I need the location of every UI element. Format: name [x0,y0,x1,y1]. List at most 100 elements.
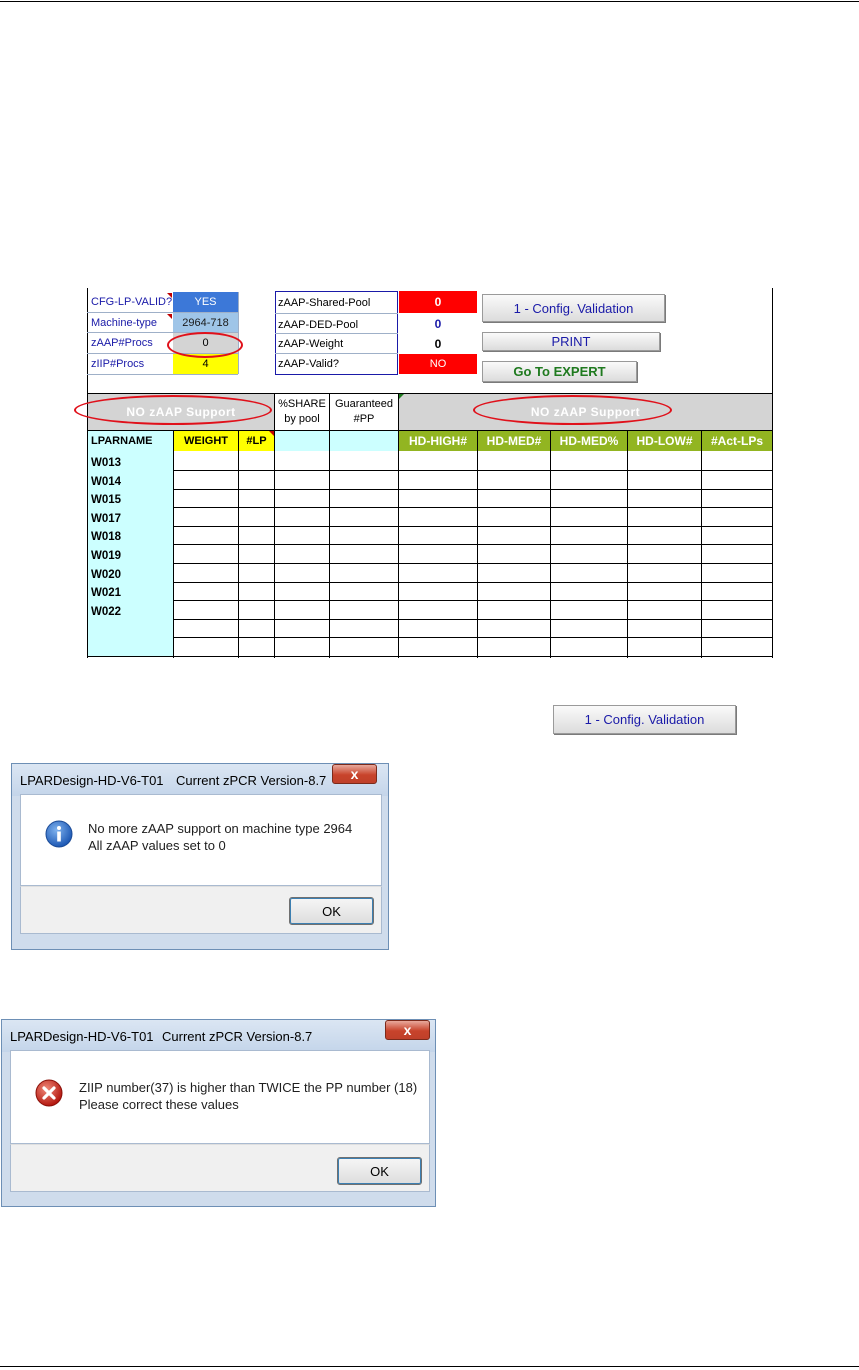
table-cell[interactable] [174,451,238,470]
table-cell[interactable] [551,488,627,507]
config-validation-button[interactable]: 1 - Config. Validation [482,294,665,322]
table-cell[interactable] [628,507,701,526]
table-cell[interactable] [275,507,329,526]
table-cell[interactable] [330,470,398,489]
table-cell[interactable] [478,451,550,470]
table-cell[interactable] [399,544,477,563]
table-cell[interactable] [478,563,550,582]
table-cell[interactable] [702,488,772,507]
lparname-cell[interactable] [88,637,173,656]
table-cell[interactable] [702,563,772,582]
table-cell[interactable] [174,581,238,600]
table-cell[interactable] [174,470,238,489]
table-cell[interactable] [399,507,477,526]
table-cell[interactable] [275,618,329,637]
table-cell[interactable] [399,563,477,582]
table-cell[interactable] [174,600,238,619]
table-cell[interactable] [239,507,274,526]
table-cell[interactable] [399,451,477,470]
table-cell[interactable] [702,600,772,619]
table-cell[interactable] [478,600,550,619]
table-cell[interactable] [399,470,477,489]
table-cell[interactable] [275,544,329,563]
table-cell[interactable] [478,470,550,489]
table-cell[interactable] [239,544,274,563]
close-icon[interactable]: x [385,1020,430,1040]
table-cell[interactable] [275,451,329,470]
table-cell[interactable] [551,600,627,619]
table-cell[interactable] [551,451,627,470]
table-cell[interactable] [275,525,329,544]
table-cell[interactable] [628,637,701,656]
config-validation-button-standalone[interactable]: 1 - Config. Validation [553,705,736,734]
table-cell[interactable] [239,525,274,544]
table-cell[interactable] [399,600,477,619]
table-cell[interactable] [628,600,701,619]
table-cell[interactable] [239,637,274,656]
table-cell[interactable] [551,525,627,544]
table-cell[interactable] [174,618,238,637]
table-cell[interactable] [551,544,627,563]
lparname-cell[interactable] [88,618,173,637]
table-cell[interactable] [239,563,274,582]
table-cell[interactable] [628,488,701,507]
table-cell[interactable] [330,563,398,582]
cfg-lp-valid-value[interactable]: YES [173,292,238,312]
table-cell[interactable] [239,470,274,489]
table-cell[interactable] [628,544,701,563]
machine-type-value[interactable]: 2964-718 [173,313,238,332]
table-cell[interactable] [330,581,398,600]
table-cell[interactable] [174,507,238,526]
table-cell[interactable] [239,488,274,507]
table-cell[interactable] [330,618,398,637]
table-cell[interactable] [628,451,701,470]
table-cell[interactable] [628,470,701,489]
lparname-cell[interactable]: W019 [88,544,173,563]
table-cell[interactable] [174,637,238,656]
ok-button[interactable]: OK [289,897,374,925]
table-cell[interactable] [330,544,398,563]
go-to-expert-button[interactable]: Go To EXPERT [482,361,637,382]
table-cell[interactable] [478,637,550,656]
table-cell[interactable] [702,525,772,544]
table-cell[interactable] [702,581,772,600]
lparname-cell[interactable]: W013 [88,451,173,470]
table-cell[interactable] [275,563,329,582]
table-cell[interactable] [275,488,329,507]
table-cell[interactable] [628,618,701,637]
table-cell[interactable] [275,637,329,656]
table-cell[interactable] [174,525,238,544]
lparname-cell[interactable]: W018 [88,525,173,544]
table-cell[interactable] [702,507,772,526]
table-cell[interactable] [399,637,477,656]
table-cell[interactable] [551,470,627,489]
lparname-cell[interactable]: W021 [88,581,173,600]
table-cell[interactable] [174,488,238,507]
table-cell[interactable] [551,563,627,582]
lparname-cell[interactable]: W020 [88,563,173,582]
table-cell[interactable] [330,451,398,470]
table-cell[interactable] [330,507,398,526]
lparname-cell[interactable]: W022 [88,600,173,619]
table-cell[interactable] [551,507,627,526]
table-cell[interactable] [174,544,238,563]
table-cell[interactable] [478,525,550,544]
zaap-ded-pool-value[interactable]: 0 [399,315,477,333]
table-cell[interactable] [702,618,772,637]
print-button[interactable]: PRINT [482,332,660,351]
table-cell[interactable] [478,544,550,563]
table-cell[interactable] [702,451,772,470]
table-cell[interactable] [239,600,274,619]
ok-button[interactable]: OK [337,1157,422,1185]
table-cell[interactable] [628,563,701,582]
table-cell[interactable] [478,581,550,600]
table-cell[interactable] [628,525,701,544]
table-cell[interactable] [399,618,477,637]
table-cell[interactable] [628,581,701,600]
table-cell[interactable] [551,637,627,656]
table-cell[interactable] [702,637,772,656]
lparname-cell[interactable]: W014 [88,470,173,489]
table-cell[interactable] [330,525,398,544]
table-cell[interactable] [239,618,274,637]
table-cell[interactable] [551,581,627,600]
